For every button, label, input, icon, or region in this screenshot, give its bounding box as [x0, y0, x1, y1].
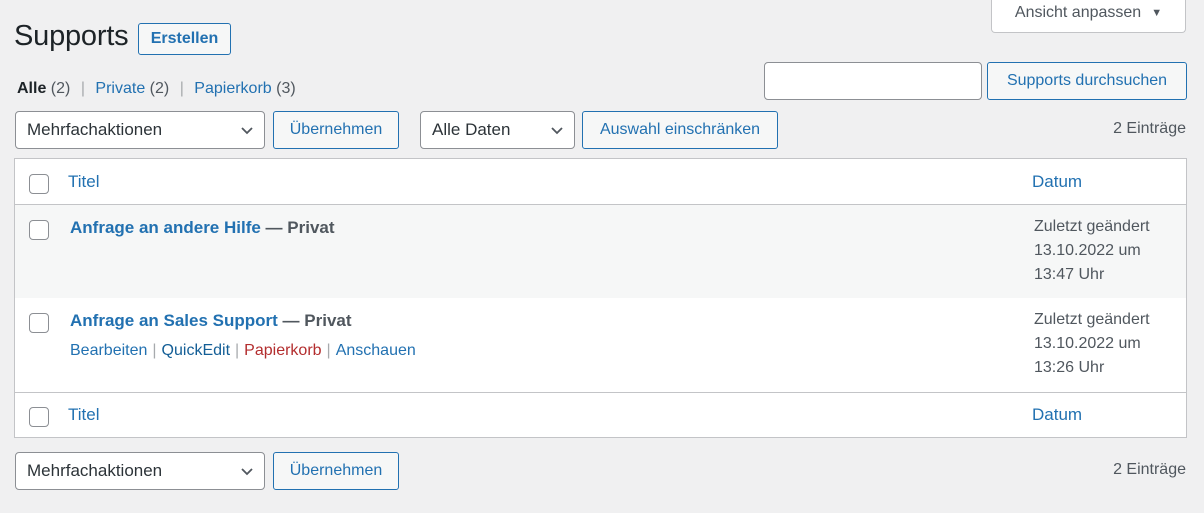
screen-options-label: Ansicht anpassen: [1014, 4, 1142, 21]
post-state: — Privat: [277, 311, 352, 330]
chevron-down-icon: [551, 127, 563, 135]
edit-link[interactable]: Bearbeiten: [70, 342, 147, 359]
items-count: 2 Einträge: [1113, 120, 1186, 137]
view-separator: |: [179, 80, 184, 97]
date-filter-select[interactable]: Alle Daten: [420, 111, 575, 149]
action-separator: |: [235, 342, 240, 359]
row-title-cell: Anfrage an andere Hilfe — Privat: [70, 218, 335, 238]
trash-link[interactable]: Papierkorb: [244, 342, 321, 359]
table-footer: Titel Datum: [15, 392, 1186, 438]
date-value: 13.10.2022 um: [1034, 335, 1141, 352]
bulk-actions-value: Mehrfachaktionen: [27, 120, 163, 139]
view-link[interactable]: Anschauen: [336, 342, 416, 359]
filter-button[interactable]: Auswahl einschränken: [582, 111, 778, 149]
quick-edit-link[interactable]: QuickEdit: [162, 342, 230, 359]
date-cell: Zuletzt geändert 13.10.2022 um 13:26 Uhr: [1034, 308, 1150, 380]
date-status: Zuletzt geändert: [1034, 218, 1150, 235]
column-date-footer[interactable]: Datum: [1032, 405, 1082, 425]
view-private-count: (2): [149, 80, 170, 97]
items-count-bottom: 2 Einträge: [1113, 461, 1186, 478]
posts-table: Titel Datum Anfrage an andere Hilfe — Pr…: [14, 158, 1187, 438]
action-separator: |: [152, 342, 157, 359]
date-cell: Zuletzt geändert 13.10.2022 um 13:47 Uhr: [1034, 215, 1150, 287]
column-title-footer[interactable]: Titel: [68, 405, 100, 425]
date-filter-value: Alle Daten: [432, 120, 511, 139]
view-filters: Alle (2) | Private (2) | Papierkorb (3): [17, 80, 296, 98]
action-separator: |: [326, 342, 331, 359]
row-checkbox[interactable]: [29, 220, 49, 240]
apply-button-bottom[interactable]: Übernehmen: [273, 452, 399, 490]
column-date-header[interactable]: Datum: [1032, 172, 1082, 192]
row-title-cell: Anfrage an Sales Support — Privat: [70, 311, 352, 331]
view-trash-link[interactable]: Papierkorb: [194, 80, 271, 97]
row-title-link[interactable]: Anfrage an andere Hilfe: [70, 218, 261, 237]
view-separator: |: [80, 80, 85, 97]
chevron-down-icon: [241, 127, 253, 135]
table-row: Anfrage an andere Hilfe — Privat Zuletzt…: [15, 205, 1186, 298]
bulk-actions-select-bottom[interactable]: Mehrfachaktionen: [15, 452, 265, 490]
row-checkbox[interactable]: [29, 313, 49, 333]
page-title: Supports: [14, 20, 129, 52]
post-state: — Privat: [260, 218, 335, 237]
view-private-link[interactable]: Private: [95, 80, 145, 97]
time-value: 13:26 Uhr: [1034, 359, 1105, 376]
row-actions: Bearbeiten | QuickEdit | Papierkorb | Anschaue…: [70, 342, 416, 360]
apply-button[interactable]: Übernehmen: [273, 111, 399, 149]
table-row: Anfrage an Sales Support — Privat Bearbe…: [15, 298, 1186, 392]
screen-options-button[interactable]: Ansicht anpassen ▼: [991, 0, 1186, 33]
view-trash-count: (3): [276, 80, 296, 97]
time-value: 13:47 Uhr: [1034, 266, 1105, 283]
column-title-header[interactable]: Titel: [68, 172, 100, 192]
chevron-down-icon: [241, 468, 253, 476]
triangle-down-icon: ▼: [1151, 7, 1163, 19]
select-all-checkbox[interactable]: [29, 174, 49, 194]
bulk-actions-select[interactable]: Mehrfachaktionen: [15, 111, 265, 149]
date-value: 13.10.2022 um: [1034, 242, 1141, 259]
add-new-button[interactable]: Erstellen: [138, 23, 231, 55]
date-status: Zuletzt geändert: [1034, 311, 1150, 328]
view-all-link[interactable]: Alle: [17, 80, 46, 97]
row-title-link[interactable]: Anfrage an Sales Support: [70, 311, 278, 330]
bulk-actions-value: Mehrfachaktionen: [27, 461, 163, 480]
select-all-checkbox[interactable]: [29, 407, 49, 427]
search-input[interactable]: [764, 62, 982, 100]
search-button[interactable]: Supports durchsuchen: [987, 62, 1187, 100]
table-header: Titel Datum: [15, 159, 1186, 205]
view-all-count: (2): [50, 80, 71, 97]
